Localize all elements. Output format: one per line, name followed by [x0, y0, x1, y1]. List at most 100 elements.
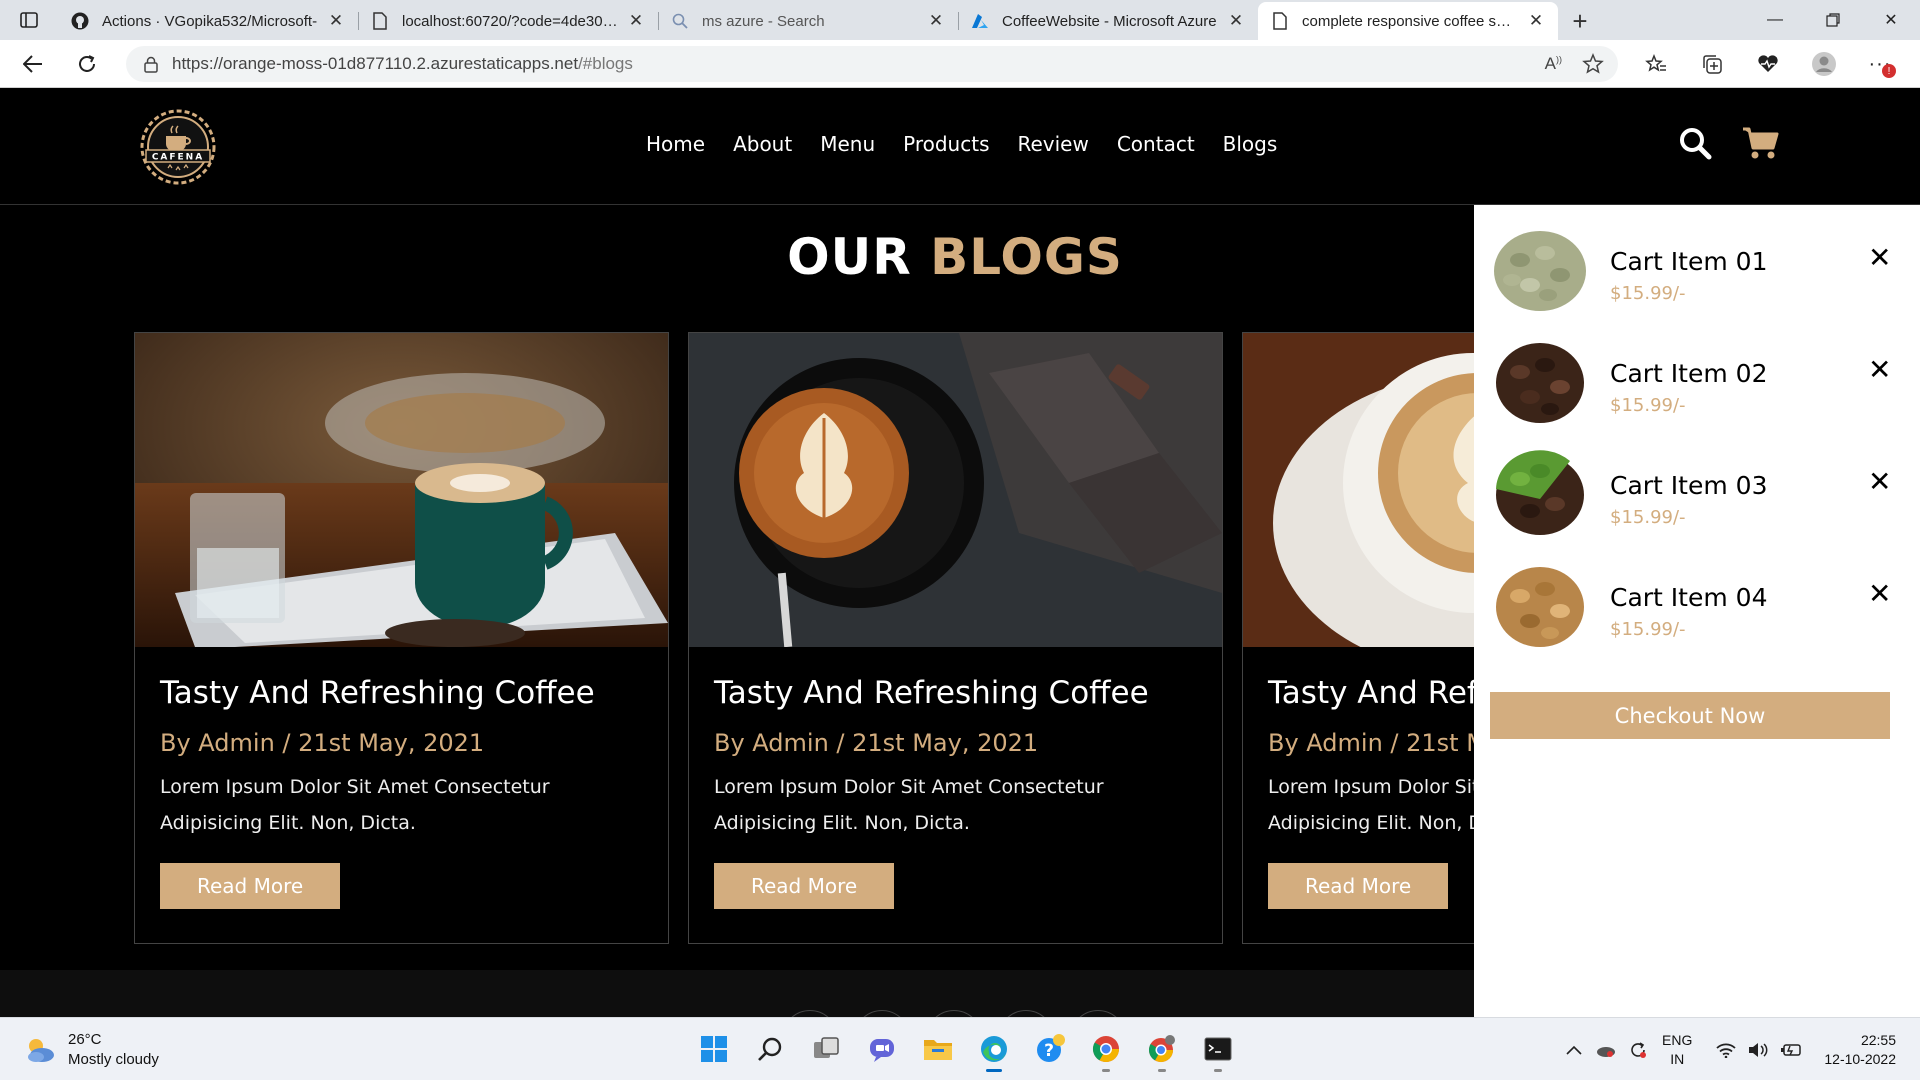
nav-blogs[interactable]: Blogs — [1223, 132, 1278, 156]
close-icon[interactable]: ✕ — [1868, 241, 1891, 274]
address-bar[interactable]: https://orange-moss-01d877110.2.azuresta… — [126, 46, 1618, 82]
windows-start-icon — [701, 1036, 727, 1062]
minimize-icon[interactable]: — — [1746, 0, 1804, 40]
teams-chat-button[interactable] — [858, 1026, 906, 1072]
favorites-icon — [1645, 53, 1666, 72]
blog-title: Tasty And Refreshing Coffee — [714, 675, 1149, 711]
blog-card: Tasty And Refreshing Coffee By Admin / 2… — [134, 332, 669, 944]
collections-button[interactable] — [1684, 40, 1740, 88]
cafena-logo[interactable]: CAFENA — [132, 106, 224, 188]
blog-meta: By Admin / 21st May, 2021 — [160, 729, 485, 757]
chat-icon — [870, 1039, 894, 1062]
page-scrollbar[interactable] — [1910, 205, 1920, 1017]
lang-code: ENG — [1662, 1031, 1693, 1048]
browser-tab[interactable]: ms azure - Search ✕ — [658, 2, 958, 40]
read-more-button[interactable]: Read More — [714, 863, 895, 909]
file-explorer-button[interactable] — [914, 1026, 962, 1072]
page-icon — [1270, 11, 1290, 31]
svg-text:?: ? — [1044, 1041, 1054, 1061]
cart-item-image-light-beans — [1496, 567, 1584, 647]
nav-contact[interactable]: Contact — [1117, 132, 1195, 156]
browser-tab[interactable]: CoffeeWebsite - Microsoft Azure ✕ — [958, 2, 1258, 40]
window-controls: — ✕ — [1746, 0, 1920, 40]
site-header: CAFENA Home About Menu Products Review C… — [0, 88, 1920, 205]
add-favorite-icon[interactable] — [1582, 53, 1604, 75]
task-view-button[interactable] — [802, 1026, 850, 1072]
browser-tab-active[interactable]: complete responsive coffee shop ✕ — [1258, 2, 1558, 40]
battery-icon[interactable] — [1780, 1043, 1802, 1057]
azure-icon — [970, 11, 990, 31]
terminal-button[interactable] — [1194, 1026, 1242, 1072]
cart-item-name: Cart Item 01 — [1610, 247, 1768, 276]
checkout-button[interactable]: Checkout Now — [1490, 692, 1890, 739]
refresh-button[interactable] — [60, 40, 114, 88]
settings-more-button[interactable]: ···! — [1852, 40, 1908, 88]
profile-button[interactable] — [1796, 40, 1852, 88]
tab-actions-button[interactable] — [0, 0, 58, 40]
lang-region: IN — [1670, 1050, 1685, 1067]
close-icon[interactable]: ✕ — [1868, 465, 1891, 498]
onedrive-icon[interactable] — [1594, 1042, 1616, 1058]
cart-icon[interactable] — [1742, 126, 1780, 160]
nav-menu[interactable]: Menu — [820, 132, 875, 156]
weather-widget[interactable]: 26°C Mostly cloudy — [24, 1030, 159, 1070]
chrome-profile-button[interactable] — [1138, 1026, 1186, 1072]
clock[interactable]: 22:55 12-10-2022 — [1824, 1031, 1896, 1069]
read-more-button[interactable]: Read More — [1268, 863, 1449, 909]
tab-close-icon[interactable]: ✕ — [926, 11, 946, 31]
chrome-profile-icon — [1148, 1035, 1175, 1063]
wifi-icon[interactable] — [1716, 1042, 1736, 1058]
tab-title: CoffeeWebsite - Microsoft Azure — [1002, 12, 1217, 30]
taskbar-search-button[interactable] — [746, 1026, 794, 1072]
search-icon[interactable] — [1678, 126, 1712, 160]
task-view-icon — [814, 1037, 839, 1058]
cart-item: Cart Item 03 $15.99/- ✕ — [1490, 449, 1900, 549]
browser-tab[interactable]: Actions · VGopika532/Microsoft- ✕ — [58, 2, 358, 40]
cart-item-price: $15.99/- — [1610, 283, 1686, 304]
nav-products[interactable]: Products — [903, 132, 989, 156]
edge-browser-button[interactable] — [970, 1026, 1018, 1072]
browser-essentials-button[interactable] — [1740, 40, 1796, 88]
taskbar-apps: ? — [690, 1026, 1242, 1072]
notification-badge: ! — [1882, 64, 1896, 78]
search-icon — [758, 1037, 782, 1061]
heading-our: OUR — [787, 228, 912, 286]
read-aloud-icon[interactable]: A)) — [1545, 54, 1562, 74]
new-tab-button[interactable]: + — [1558, 2, 1602, 40]
tab-close-icon[interactable]: ✕ — [326, 11, 346, 31]
blog-meta: By Admin / 21st May, 2021 — [714, 729, 1039, 757]
tab-close-icon[interactable]: ✕ — [1526, 11, 1546, 31]
tab-close-icon[interactable]: ✕ — [1226, 11, 1246, 31]
back-button[interactable] — [6, 40, 60, 88]
volume-icon[interactable] — [1748, 1042, 1768, 1058]
close-icon[interactable]: ✕ — [1868, 577, 1891, 610]
nav-about[interactable]: About — [733, 132, 792, 156]
cart-item-price: $15.99/- — [1610, 619, 1686, 640]
cart-item: Cart Item 02 $15.99/- ✕ — [1490, 337, 1900, 437]
chrome-icon — [1092, 1036, 1120, 1063]
close-window-icon[interactable]: ✕ — [1862, 0, 1920, 40]
restore-icon[interactable] — [1804, 0, 1862, 40]
chevron-up-icon[interactable] — [1566, 1045, 1582, 1055]
favorites-button[interactable] — [1628, 40, 1684, 88]
cafena-logo-badge: CAFENA — [140, 109, 216, 185]
tab-close-icon[interactable]: ✕ — [626, 11, 646, 31]
weather-desc: Mostly cloudy — [68, 1051, 159, 1068]
back-arrow-icon — [23, 54, 42, 73]
nav-home[interactable]: Home — [646, 132, 705, 156]
github-icon — [70, 11, 90, 31]
start-button[interactable] — [690, 1026, 738, 1072]
tab-title: localhost:60720/?code=4de3039 — [402, 12, 618, 30]
main-nav: Home About Menu Products Review Contact … — [646, 132, 1277, 156]
read-more-button[interactable]: Read More — [160, 863, 341, 909]
cart-item-image-roasted-beans — [1496, 343, 1584, 423]
search-icon — [670, 11, 690, 31]
close-icon[interactable]: ✕ — [1868, 353, 1891, 386]
nav-review[interactable]: Review — [1017, 132, 1088, 156]
help-app-button[interactable]: ? — [1026, 1026, 1074, 1072]
sync-icon[interactable] — [1628, 1040, 1648, 1060]
cart-item-price: $15.99/- — [1610, 395, 1686, 416]
chrome-button[interactable] — [1082, 1026, 1130, 1072]
language-indicator[interactable]: ENG IN — [1662, 1031, 1692, 1069]
browser-tab[interactable]: localhost:60720/?code=4de3039 ✕ — [358, 2, 658, 40]
